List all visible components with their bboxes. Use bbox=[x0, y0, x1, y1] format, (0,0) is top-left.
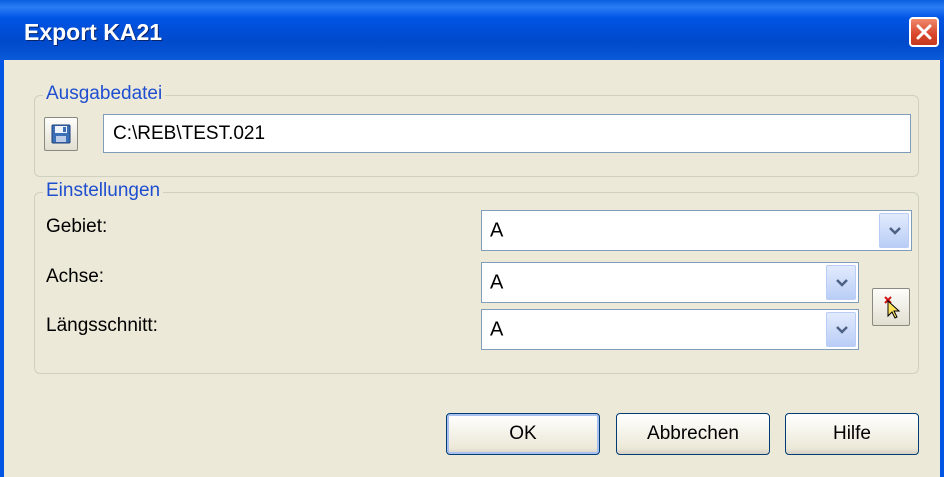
floppy-disk-icon bbox=[51, 124, 71, 144]
close-button[interactable] bbox=[909, 17, 939, 47]
laengsschnitt-value: A bbox=[490, 318, 504, 340]
pick-from-drawing-button[interactable] bbox=[872, 288, 910, 326]
window-title: Export KA21 bbox=[24, 19, 163, 45]
save-file-button[interactable] bbox=[44, 117, 78, 151]
settings-legend: Einstellungen bbox=[43, 180, 164, 202]
window-frame-right bbox=[940, 60, 944, 477]
chevron-down-icon bbox=[889, 226, 901, 235]
gebiet-select[interactable]: A bbox=[481, 210, 912, 251]
laengsschnitt-dropdown-button[interactable] bbox=[826, 312, 856, 347]
gebiet-value: A bbox=[490, 219, 504, 241]
close-icon bbox=[916, 24, 932, 40]
laengsschnitt-label: Längsschnitt: bbox=[46, 315, 158, 336]
help-button[interactable]: Hilfe bbox=[785, 413, 919, 455]
achse-value: A bbox=[490, 271, 504, 293]
achse-dropdown-button[interactable] bbox=[826, 265, 856, 300]
achse-select[interactable]: A bbox=[481, 262, 859, 303]
gebiet-label: Gebiet: bbox=[46, 216, 108, 237]
output-file-legend: Ausgabedatei bbox=[43, 83, 166, 105]
title-bar[interactable]: Export KA21 bbox=[0, 0, 944, 60]
gebiet-dropdown-button[interactable] bbox=[879, 213, 909, 248]
window-frame-left bbox=[0, 60, 4, 477]
achse-label: Achse: bbox=[46, 266, 105, 287]
chevron-down-icon bbox=[836, 325, 848, 334]
ok-button[interactable]: OK bbox=[446, 413, 600, 455]
output-file-path-input[interactable]: C:\REB\TEST.021 bbox=[103, 114, 911, 153]
cancel-button[interactable]: Abbrechen bbox=[616, 413, 770, 455]
pick-cursor-icon bbox=[884, 296, 901, 319]
chevron-down-icon bbox=[836, 278, 848, 287]
laengsschnitt-select[interactable]: A bbox=[481, 309, 859, 350]
output-file-path-value: C:\REB\TEST.021 bbox=[113, 122, 266, 144]
